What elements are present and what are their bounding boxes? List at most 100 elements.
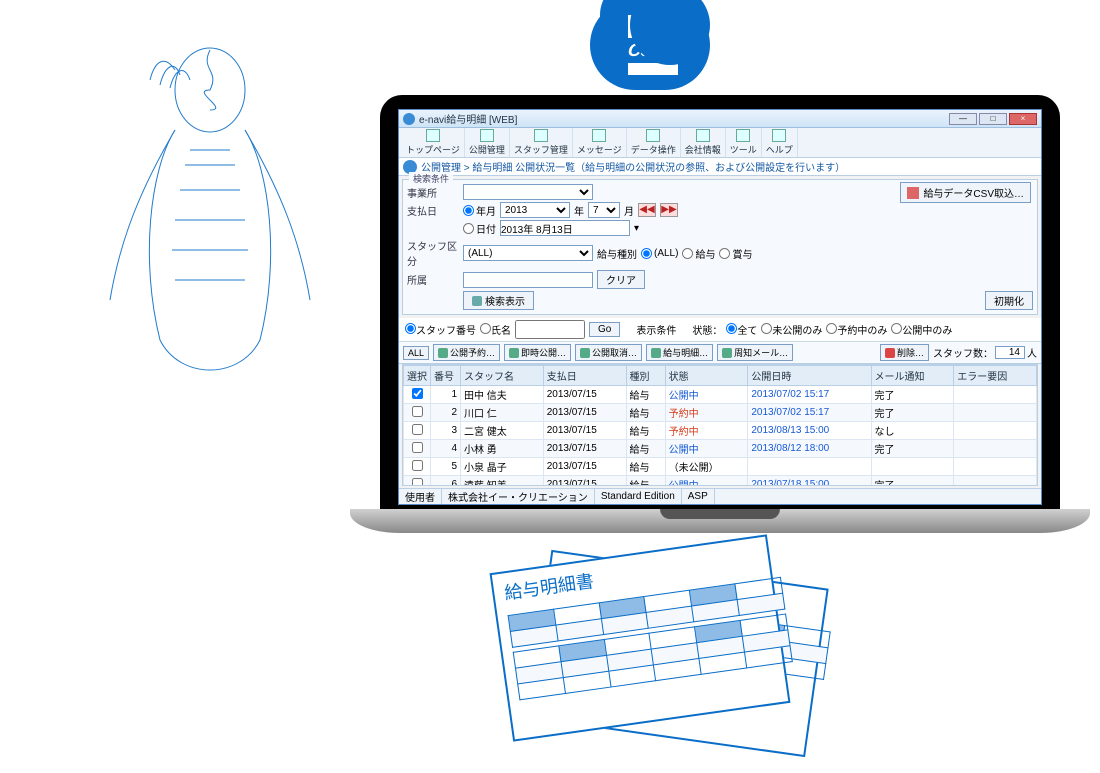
breadcrumb-bar: 公開管理 > 給与明細 公開状況一覧（給与明細の公開状況の参照、および公開設定を…: [399, 158, 1041, 176]
init-button[interactable]: 初期化: [985, 291, 1033, 310]
publish-button[interactable]: 即時公開…: [504, 344, 571, 361]
menu-item-4[interactable]: データ操作: [627, 128, 681, 157]
table-row[interactable]: 5小泉 晶子2013/07/15給与（未公開）: [404, 458, 1037, 476]
status-bar: 使用者 株式会社イー・クリエーション Standard Edition ASP: [399, 488, 1041, 504]
csv-import-button[interactable]: 給与データCSV取込…: [900, 182, 1031, 203]
month-select[interactable]: 7: [588, 202, 620, 218]
menu-item-2[interactable]: スタッフ管理: [510, 128, 573, 157]
publish-icon: [509, 348, 519, 358]
menu-item-5[interactable]: 会社情報: [681, 128, 726, 157]
laptop-mockup: e-navi給与明細 [WEB] ― □ × トップページ公開管理スタッフ管理メ…: [380, 95, 1060, 575]
minimize-button[interactable]: ―: [949, 113, 977, 125]
col-header[interactable]: 公開日時: [748, 366, 871, 386]
menu-item-0[interactable]: トップページ: [402, 128, 465, 157]
payslip-illustration: 給与明細書: [500, 553, 900, 763]
row-checkbox[interactable]: [412, 442, 423, 453]
sort-staffno-radio[interactable]: [405, 323, 416, 334]
select-all-button[interactable]: ALL: [403, 346, 429, 360]
paytype-label: 給与種別: [597, 246, 637, 261]
menu-icon: [696, 129, 710, 142]
mail-icon: [722, 348, 732, 358]
office-select[interactable]: [463, 184, 593, 200]
col-header[interactable]: エラー要因: [954, 366, 1037, 386]
office-label: 事業所: [407, 185, 459, 200]
menu-icon: [736, 129, 750, 142]
clear-button[interactable]: クリア: [597, 270, 645, 289]
col-header[interactable]: メール通知: [871, 366, 954, 386]
search-button[interactable]: 検索表示: [463, 291, 534, 310]
reserve-button[interactable]: 公開予約…: [433, 344, 500, 361]
paytype-salary-radio[interactable]: [682, 248, 693, 259]
cancel-icon: [580, 348, 590, 358]
row-checkbox[interactable]: [412, 478, 423, 487]
date-input[interactable]: [500, 220, 630, 236]
search-icon: [472, 296, 482, 306]
csv-label: CSV: [618, 38, 675, 63]
staffdiv-label: スタッフ区分: [407, 238, 459, 268]
menu-item-6[interactable]: ツール: [726, 128, 762, 157]
col-header[interactable]: 選択: [404, 366, 431, 386]
mail-button[interactable]: 周知メール…: [717, 344, 793, 361]
menu-item-3[interactable]: メッセージ: [573, 128, 627, 157]
titlebar: e-navi給与明細 [WEB] ― □ ×: [399, 110, 1041, 128]
prev-month-button[interactable]: ◀◀: [638, 203, 656, 217]
row-checkbox[interactable]: [412, 424, 423, 435]
col-header[interactable]: 状態: [665, 366, 748, 386]
close-button[interactable]: ×: [1009, 113, 1037, 125]
col-header[interactable]: 種別: [626, 366, 665, 386]
window-title: e-navi給与明細 [WEB]: [419, 111, 949, 126]
state-pub-radio[interactable]: [891, 323, 902, 334]
data-table-wrap[interactable]: 選択番号スタッフ名支払日種別状態公開日時メール通知エラー要因 1田中 信夫201…: [402, 364, 1038, 486]
detail-icon: [651, 348, 661, 358]
paydate-label: 支払日: [407, 203, 459, 218]
row-checkbox[interactable]: [412, 406, 423, 417]
search-legend: 検索条件: [409, 172, 453, 185]
sort-name-radio[interactable]: [480, 323, 491, 334]
table-row[interactable]: 3二宮 健太2013/07/15給与予約中2013/08/13 15:00なし: [404, 422, 1037, 440]
calendar-dropdown-icon[interactable]: ▾: [634, 223, 639, 234]
breadcrumb-text: 公開管理 > 給与明細 公開状況一覧（給与明細の公開状況の参照、および公開設定を…: [421, 159, 845, 174]
year-select[interactable]: 2013: [500, 202, 570, 218]
menu-icon: [772, 129, 786, 142]
row-checkbox[interactable]: [412, 388, 423, 399]
menu-icon: [426, 129, 440, 142]
clock-icon: [438, 348, 448, 358]
paydate-date-radio[interactable]: [463, 223, 474, 234]
paytype-bonus-radio[interactable]: [719, 248, 730, 259]
sort-value-input[interactable]: [515, 320, 585, 339]
col-header[interactable]: スタッフ名: [461, 366, 544, 386]
detail-button[interactable]: 給与明細…: [646, 344, 713, 361]
csv-import-icon: [907, 187, 919, 199]
delete-icon: [885, 348, 895, 358]
disp-label: 表示条件: [636, 322, 676, 337]
row-checkbox[interactable]: [412, 460, 423, 471]
menu-item-7[interactable]: ヘルプ: [762, 128, 798, 157]
menubar: トップページ公開管理スタッフ管理メッセージデータ操作会社情報ツールヘルプ: [399, 128, 1041, 158]
csv-badge: CSV: [590, 0, 720, 100]
col-header[interactable]: 支払日: [543, 366, 626, 386]
paytype-all-radio[interactable]: [641, 248, 652, 259]
maximize-button[interactable]: □: [979, 113, 1007, 125]
state-all-radio[interactable]: [726, 323, 737, 334]
table-row[interactable]: 1田中 信夫2013/07/15給与公開中2013/07/02 15:17完了: [404, 386, 1037, 404]
app-window: e-navi給与明細 [WEB] ― □ × トップページ公開管理スタッフ管理メ…: [398, 109, 1042, 505]
state-reserved-radio[interactable]: [826, 323, 837, 334]
table-row[interactable]: 6遠藤 知美2013/07/15給与公開中2013/07/18 15:00完了: [404, 476, 1037, 487]
state-unpub-radio[interactable]: [761, 323, 772, 334]
next-month-button[interactable]: ▶▶: [660, 203, 678, 217]
table-row[interactable]: 2川口 仁2013/07/15給与予約中2013/07/02 15:17完了: [404, 404, 1037, 422]
menu-icon: [534, 129, 548, 142]
delete-button[interactable]: 削除…: [880, 344, 929, 361]
data-table: 選択番号スタッフ名支払日種別状態公開日時メール通知エラー要因 1田中 信夫201…: [403, 365, 1037, 486]
dept-input[interactable]: [463, 272, 593, 288]
menu-item-1[interactable]: 公開管理: [465, 128, 510, 157]
col-header[interactable]: 番号: [431, 366, 461, 386]
menu-icon: [592, 129, 606, 142]
menu-icon: [646, 129, 660, 142]
cancel-button[interactable]: 公開取消…: [575, 344, 642, 361]
staffdiv-select[interactable]: (ALL): [463, 245, 593, 261]
menu-icon: [480, 129, 494, 142]
go-button[interactable]: Go: [589, 322, 620, 337]
paydate-ym-radio[interactable]: [463, 205, 474, 216]
table-row[interactable]: 4小林 勇2013/07/15給与公開中2013/08/12 18:00完了: [404, 440, 1037, 458]
